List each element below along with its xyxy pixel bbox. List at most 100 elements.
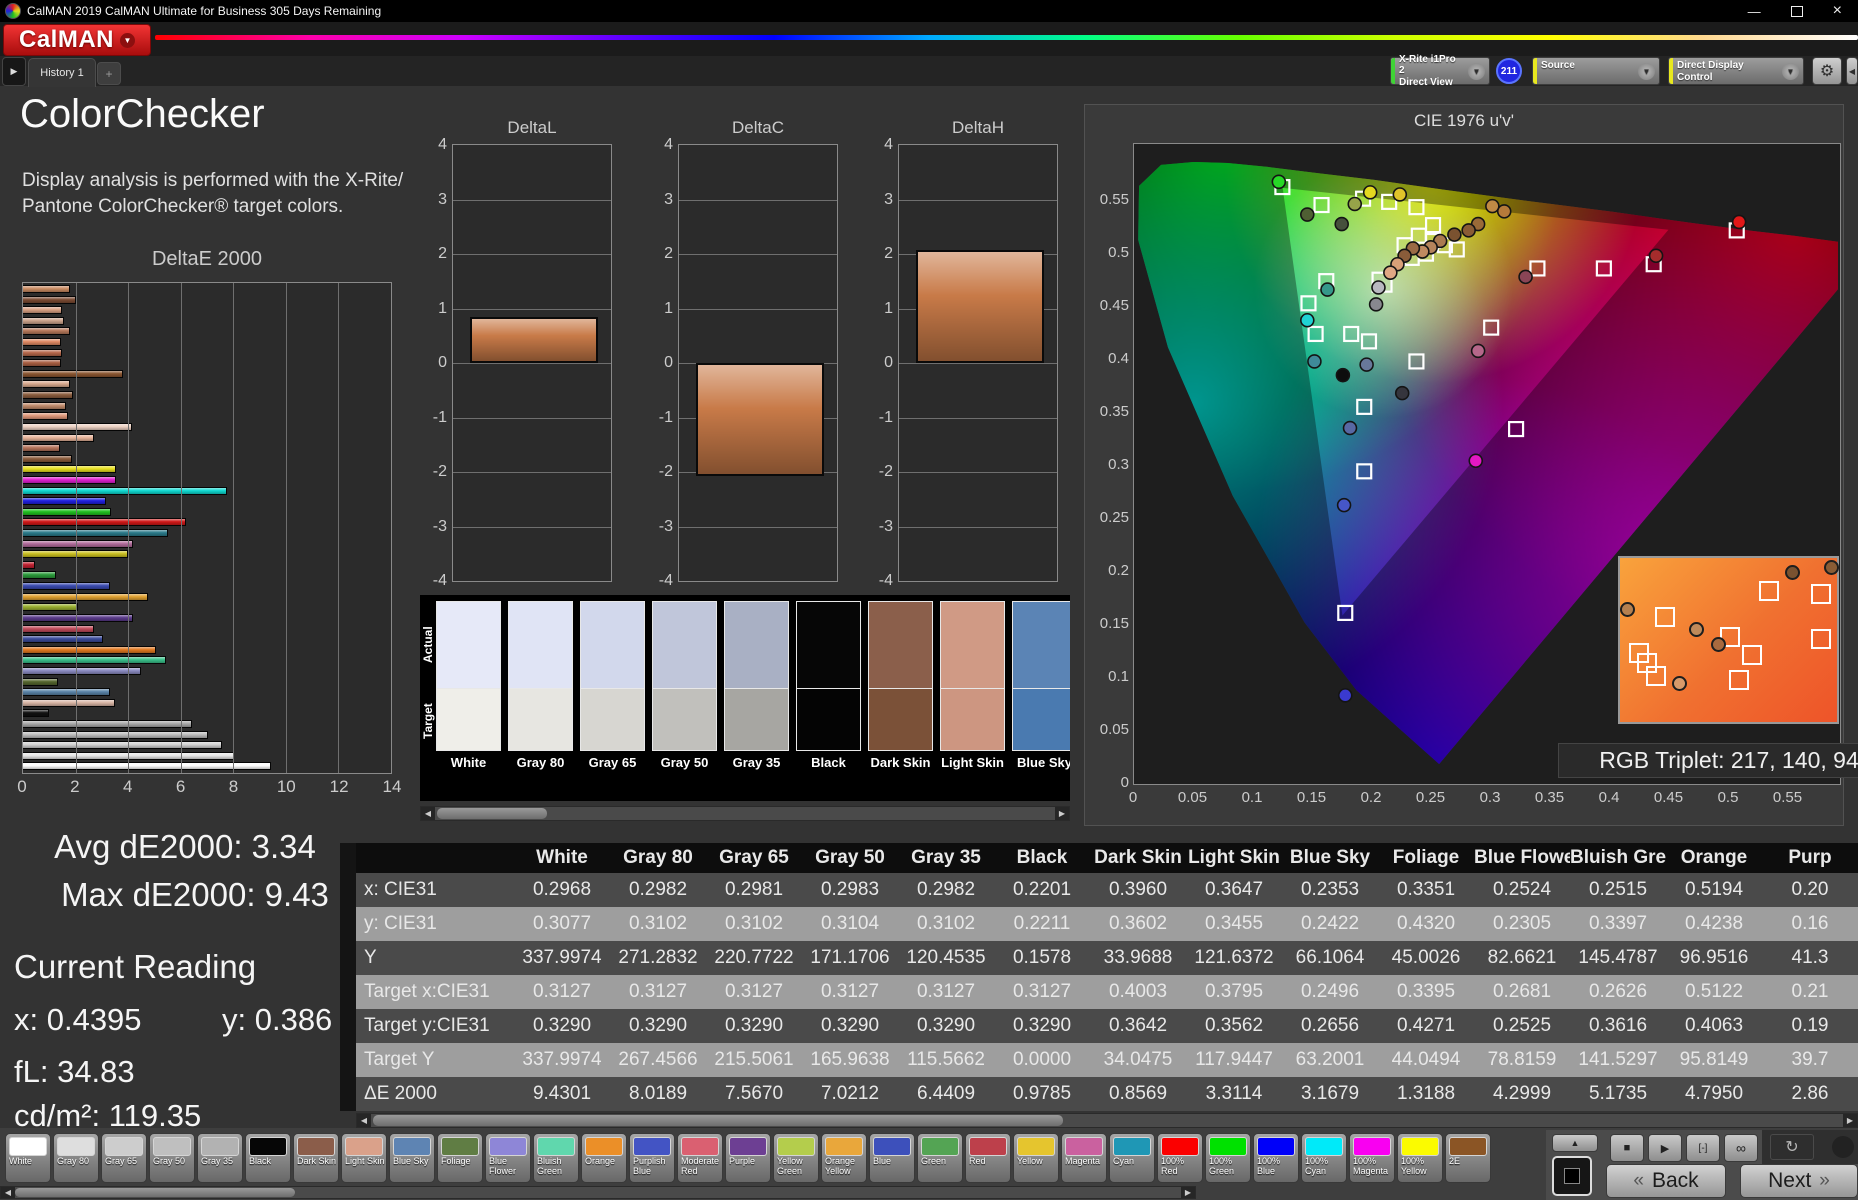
scrollbar-thumb[interactable]	[437, 808, 547, 819]
tab-history-1[interactable]: History 1	[28, 58, 96, 87]
collapse-toolbar-button[interactable]: ◀	[1846, 57, 1858, 85]
close-icon[interactable]: ×	[1833, 2, 1842, 20]
scroll-up-button[interactable]: ▲	[1552, 1134, 1598, 1152]
cie-measured-marker	[1300, 207, 1315, 222]
meter-dropdown[interactable]: X-Rite i1Pro 2 Direct View ▼	[1390, 54, 1490, 88]
patch-button-red[interactable]: Red	[965, 1133, 1011, 1183]
patch-button-darkskin[interactable]: Dark Skin	[293, 1133, 339, 1183]
axis-tick: 3	[664, 190, 673, 208]
tab-scroll-button[interactable]: ▶	[2, 57, 26, 86]
patch-color-chip	[1257, 1137, 1295, 1156]
add-tab-button[interactable]: +	[97, 62, 121, 85]
calman-logo-menu[interactable]: CalMAN ▼	[3, 24, 151, 56]
scrollbar-thumb[interactable]	[15, 1188, 295, 1197]
source-dropdown[interactable]: Source ▼	[1532, 57, 1660, 85]
table-cell: 4.7950	[1684, 1083, 1744, 1104]
patch-button-label: Cyan	[1113, 1156, 1135, 1166]
patch-color-chip	[57, 1137, 95, 1156]
patch-button-bluesky[interactable]: Blue Sky	[389, 1133, 435, 1183]
row-label: ΔE 2000	[364, 1083, 437, 1104]
patch-button-moderate-red[interactable]: Moderate Red	[677, 1133, 723, 1183]
patch-label: Blue Sky	[1017, 755, 1070, 770]
cie-measured-marker	[1447, 227, 1462, 242]
table-cell: 3.1679	[1300, 1083, 1360, 1104]
patchbar-scrollbar[interactable]: ◀ ▶	[0, 1186, 1196, 1199]
table-scrollbar[interactable]: ◀ ▶	[356, 1113, 1858, 1128]
patch-button-100-yellow[interactable]: 100% Yellow	[1397, 1133, 1443, 1183]
scroll-right-icon[interactable]: ▶	[1055, 807, 1069, 820]
reading-y: y: 0.386	[222, 1002, 333, 1037]
patch-button-bluish-green[interactable]: Bluish Green	[533, 1133, 579, 1183]
axis-tick: -2	[878, 463, 893, 480]
row-label-target: Target	[421, 703, 435, 739]
axis-tick: 0.55	[1099, 191, 1129, 208]
table-cell: 0.2524	[1492, 879, 1552, 900]
loop-button[interactable]: ∞	[1724, 1134, 1758, 1162]
scroll-right-icon[interactable]: ▶	[1843, 1114, 1857, 1127]
table-row: Y 337.9974 271.2832 220.7722 171.1706 120.453…	[356, 941, 1858, 975]
patch-button-label: Gray 80	[57, 1156, 90, 1166]
patch-button-yellow[interactable]: Yellow	[1013, 1133, 1059, 1183]
patch-button-gray65[interactable]: Gray 65	[101, 1133, 147, 1183]
axis-tick: 0.35	[1099, 403, 1129, 420]
scroll-left-icon[interactable]: ◀	[1, 1187, 15, 1198]
patch-button-yellow-green[interactable]: Yellow Green	[773, 1133, 819, 1183]
patch-button-purplish-blue[interactable]: Purplish Blue	[629, 1133, 675, 1183]
cie-measured-marker	[1496, 204, 1512, 219]
scroll-left-icon[interactable]: ◀	[357, 1114, 371, 1127]
pattern-window-button[interactable]	[1552, 1156, 1592, 1196]
patch-button-purple[interactable]: Purple	[725, 1133, 771, 1183]
scroll-left-icon[interactable]: ◀	[421, 807, 435, 820]
patch-button-cyan[interactable]: Cyan	[1109, 1133, 1155, 1183]
deltal-title: DeltaL	[507, 118, 557, 137]
patch-button-100red[interactable]: 100% Red	[1157, 1133, 1203, 1183]
patch-button-100-cyan[interactable]: 100% Cyan	[1301, 1133, 1347, 1183]
cie-measured-marker	[1485, 198, 1500, 214]
patch-button-magenta[interactable]: Magenta	[1061, 1133, 1107, 1183]
source-label: Source	[1541, 60, 1575, 71]
patch-button-blue[interactable]: Blue	[869, 1133, 915, 1183]
patch-button-orange-yellow[interactable]: Orange Yellow	[821, 1133, 867, 1183]
display-control-dropdown[interactable]: Direct Display Control ▼	[1668, 57, 1804, 85]
patch-color-chip	[921, 1137, 959, 1156]
patch-button-gray35[interactable]: Gray 35	[197, 1133, 243, 1183]
patch-button-gray50[interactable]: Gray 50	[149, 1133, 195, 1183]
patch-color-chip	[729, 1137, 767, 1156]
patch-button-gray80[interactable]: Gray 80	[53, 1133, 99, 1183]
scrollbar-thumb[interactable]	[373, 1115, 1063, 1126]
page-title: ColorChecker	[20, 92, 265, 136]
table-cell: 0.1578	[1012, 947, 1072, 968]
patch-button-2e[interactable]: 2E	[1445, 1133, 1491, 1183]
patch-button-green[interactable]: Green	[917, 1133, 963, 1183]
patch-button-100-green[interactable]: 100% Green	[1205, 1133, 1251, 1183]
gear-icon[interactable]: ⚙	[1812, 57, 1842, 85]
patch-button-100-blue[interactable]: 100% Blue	[1253, 1133, 1299, 1183]
stop-button[interactable]: ■	[1610, 1134, 1644, 1162]
patch-color-chip	[1209, 1137, 1247, 1156]
strip-scrollbar[interactable]: ◀ ▶	[420, 806, 1070, 821]
next-button[interactable]: Next »	[1740, 1164, 1858, 1198]
patch-button-100-magenta[interactable]: 100% Magenta	[1349, 1133, 1395, 1183]
cie-diagram-panel: CIE 1976 u'v' RGB Triplet: 217, 140, 94 …	[1084, 104, 1858, 826]
table-header-row: White Gray 80 Gray 65 Gray 50 Gray 35 Black Da…	[356, 843, 1858, 873]
maximize-icon[interactable]	[1790, 5, 1803, 17]
patch-button-foliage[interactable]: Foliage	[437, 1133, 483, 1183]
table-cell: 0.3127	[532, 981, 592, 1002]
cie-measured-marker	[1371, 280, 1386, 295]
back-button[interactable]: « Back	[1606, 1164, 1726, 1198]
patch-button-blue-flower[interactable]: Blue Flower	[485, 1133, 531, 1183]
axis-tick: 0.45	[1653, 789, 1684, 806]
patch-button-orange[interactable]: Orange	[581, 1133, 627, 1183]
axis-tick: 10	[276, 777, 296, 796]
minimize-icon[interactable]: —	[1748, 4, 1761, 19]
refresh-icon[interactable]: ↻	[1770, 1134, 1814, 1160]
step-button[interactable]: [-]	[1686, 1134, 1720, 1162]
patch-button-white[interactable]: White	[5, 1133, 51, 1183]
cie-measured-marker	[1468, 453, 1484, 469]
meter-count-badge[interactable]: 211	[1496, 58, 1522, 84]
scroll-right-icon[interactable]: ▶	[1181, 1187, 1195, 1198]
patch-button-lightskin[interactable]: Light Skin	[341, 1133, 387, 1183]
play-button[interactable]: ▶	[1648, 1134, 1682, 1162]
patch-label: White	[450, 755, 487, 770]
patch-button-black[interactable]: Black	[245, 1133, 291, 1183]
